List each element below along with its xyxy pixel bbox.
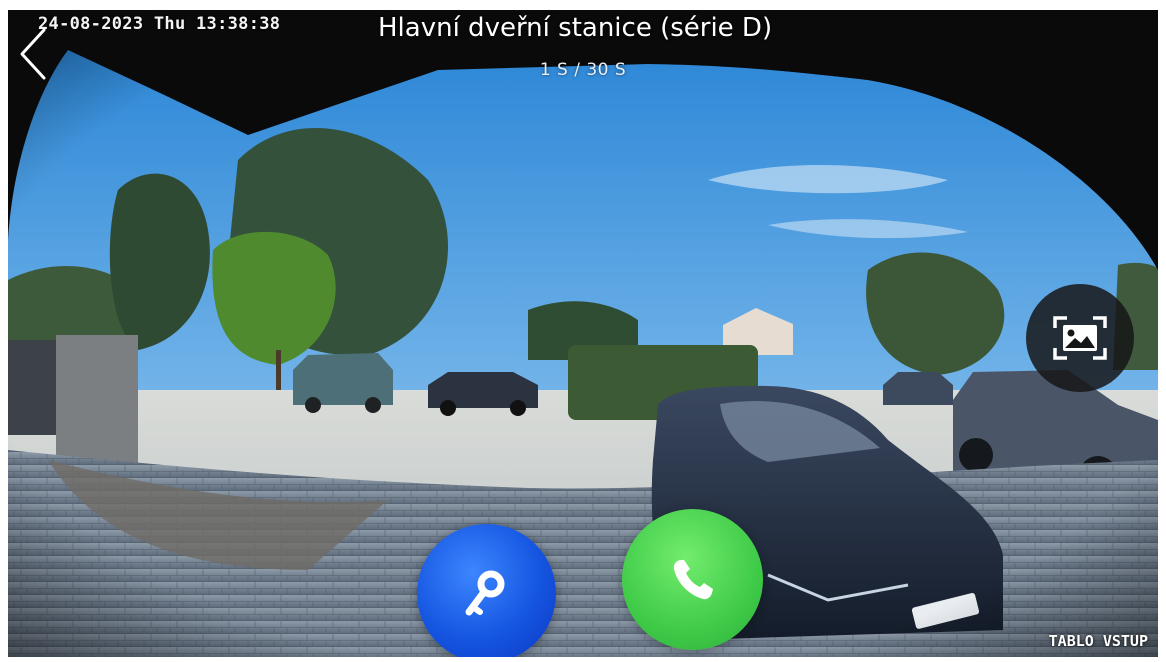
page-title: Hlavní dveřní stanice (série D) xyxy=(378,13,773,43)
phone-icon xyxy=(673,559,713,599)
unlock-button[interactable] xyxy=(417,524,556,657)
chevron-left-icon xyxy=(20,28,46,80)
key-icon xyxy=(465,570,504,615)
intercom-screen: 24-08-2023 Thu 13:38:38 Hlavní dveřní st… xyxy=(8,10,1158,657)
snapshot-button[interactable] xyxy=(1026,284,1134,392)
call-button[interactable] xyxy=(622,509,763,650)
back-button[interactable] xyxy=(14,22,54,82)
station-label: TABLO VSTUP xyxy=(1048,632,1148,650)
camera-feed xyxy=(8,10,1158,657)
osd-datetime: 24-08-2023 Thu 13:38:38 xyxy=(38,14,281,34)
image-capture-icon xyxy=(1053,316,1107,360)
call-timer: 1 S / 30 S xyxy=(539,60,627,80)
